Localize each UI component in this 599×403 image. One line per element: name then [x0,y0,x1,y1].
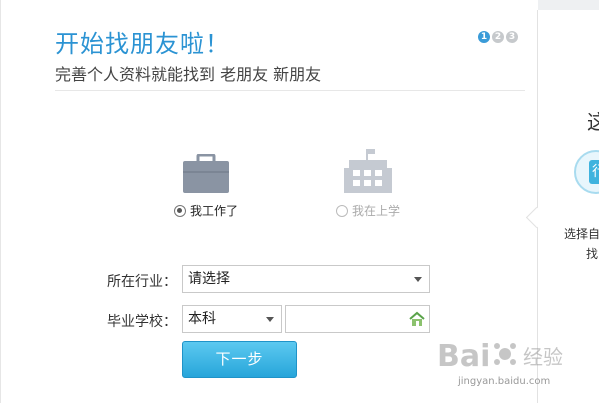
step-1: 1 [478,31,490,43]
degree-select-value: 本科 [188,311,216,327]
school-input-box[interactable] [285,305,430,333]
radio-working[interactable]: 我工作了 [151,202,261,219]
option-studying[interactable]: 我在上学 [313,148,423,219]
radio-studying-button[interactable] [335,204,348,217]
school-building-icon [344,149,392,193]
briefcase-icon [183,154,229,193]
industry-label: 所在行业： [107,274,177,290]
degree-select[interactable]: 本科 [182,305,282,333]
radio-working-button[interactable] [173,204,186,217]
page-subtitle: 完善个人资料就能找到 老朋友 新朋友 [55,65,322,84]
chevron-down-icon [414,277,422,282]
school-input[interactable] [290,307,412,333]
side-panel-badge-char: 行 [589,160,599,184]
watermark-url: jingyan.baidu.com [458,376,551,387]
step-indicator: 1 2 3 [478,31,518,43]
house-icon[interactable] [409,311,425,327]
option-working[interactable]: 我工作了 [151,154,261,219]
radio-working-label: 我工作了 [189,204,238,218]
svg-text:Bai: Bai [437,339,490,374]
page-title: 开始找朋友啦！ [55,30,230,58]
chevron-down-icon [266,317,274,322]
step-3: 3 [506,31,518,43]
step-2: 2 [492,31,504,43]
radio-studying-label: 我在上学 [351,204,400,218]
radio-studying[interactable]: 我在上学 [313,202,423,219]
next-step-button[interactable]: 下一步 [182,341,297,378]
baidu-watermark-logo: Bai 经验 [437,339,563,374]
school-label: 毕业学校： [107,314,177,330]
side-panel-text-2: 找 [586,247,599,261]
svg-text:经验: 经验 [523,345,563,369]
industry-select[interactable]: 请选择 [182,265,430,293]
header-divider [55,90,525,91]
side-panel-text-1: 选择自 [564,227,599,241]
industry-select-value: 请选择 [188,271,230,287]
side-panel-title-char: 这 [587,110,599,134]
